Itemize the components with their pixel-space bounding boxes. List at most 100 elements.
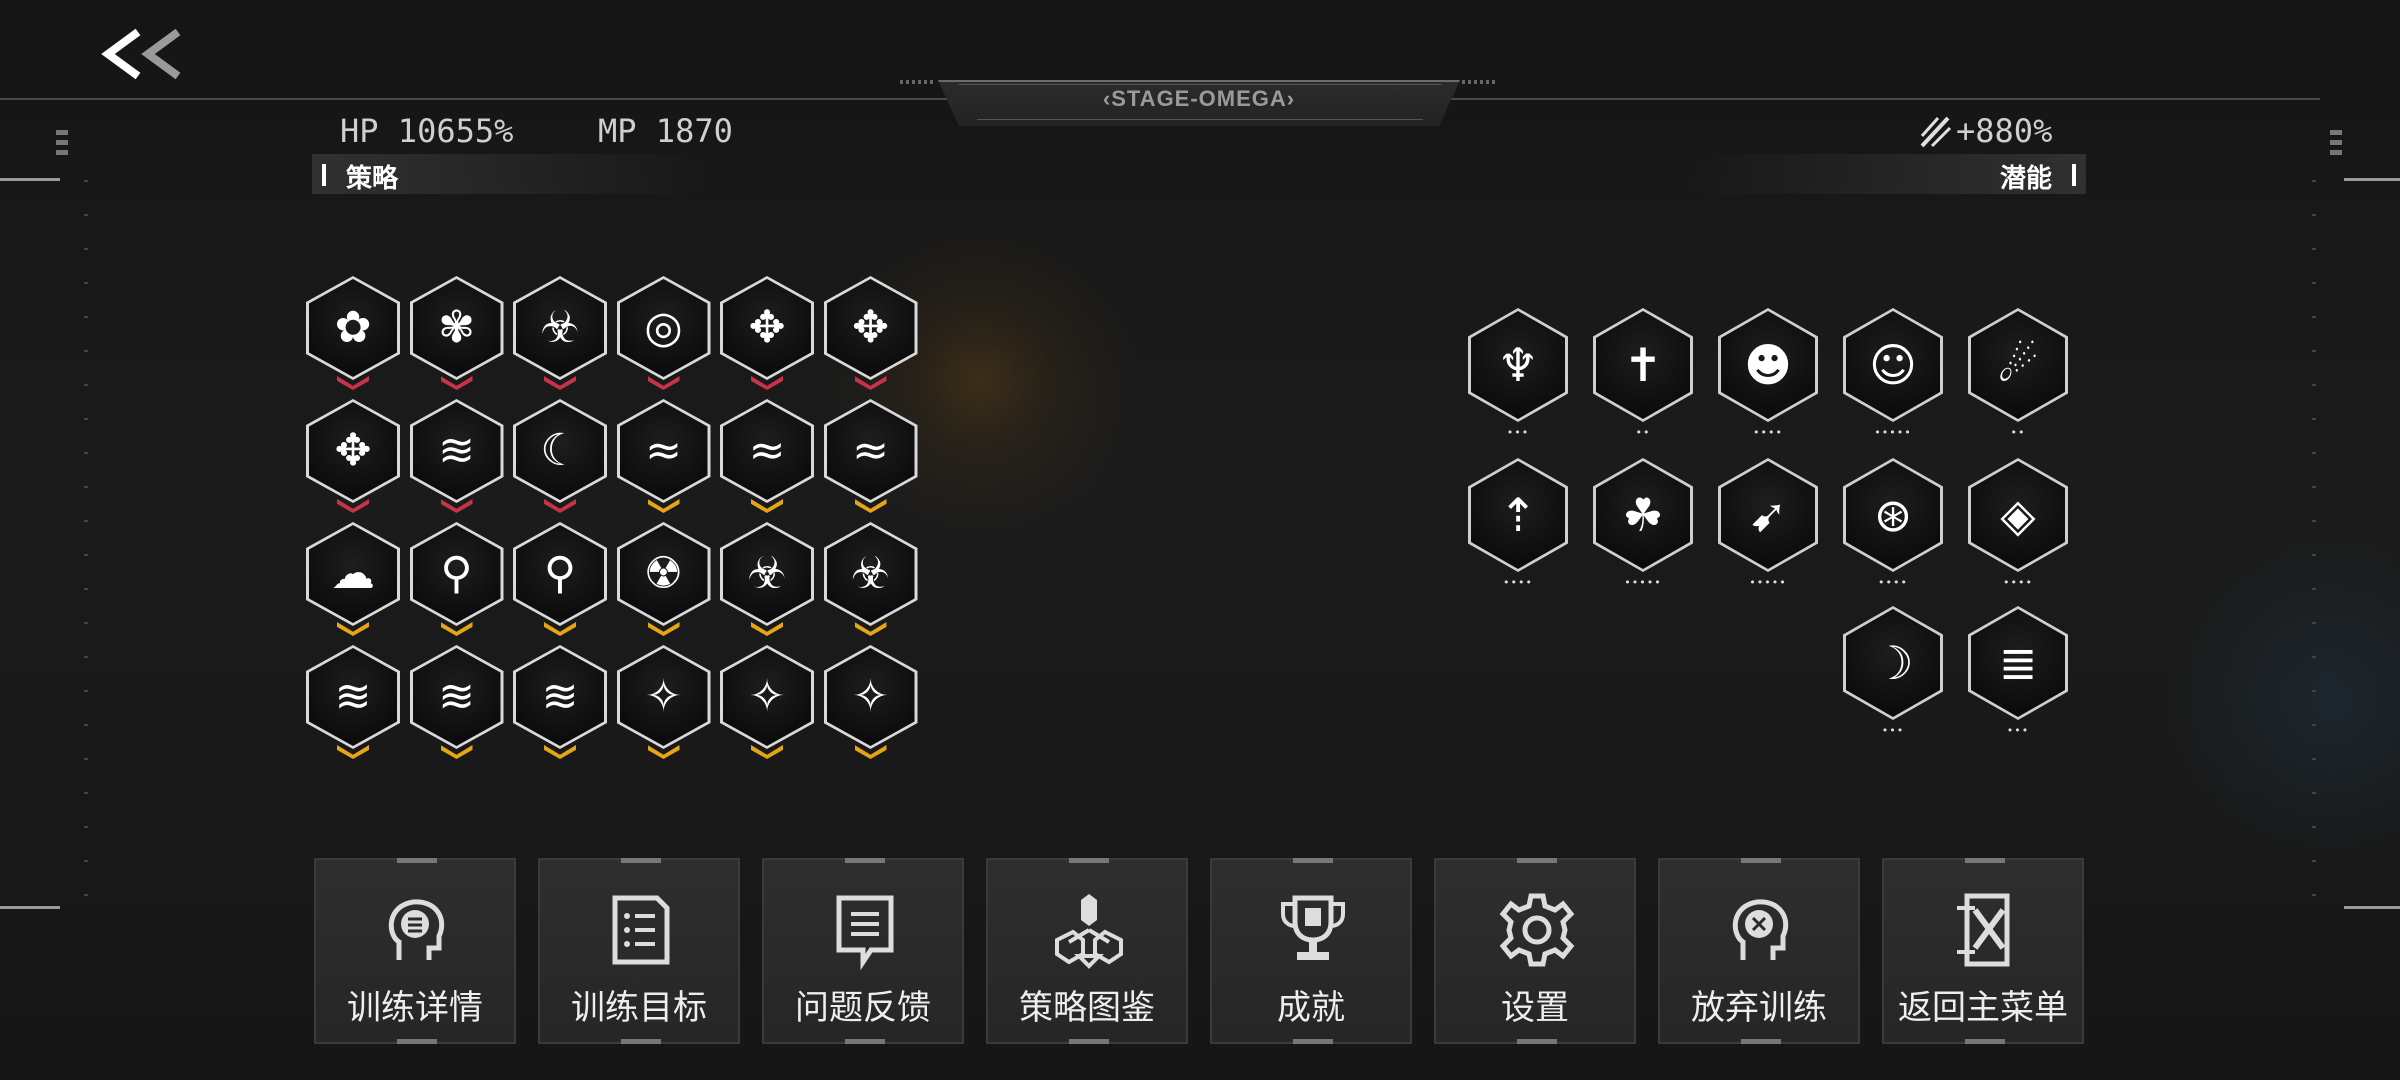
feather-blades-plus-icon: ≈ — [852, 425, 889, 476]
mp-stat: MP 1870 — [598, 112, 733, 150]
compass-eye-icon: ⊛ — [1873, 488, 1913, 542]
slash-burst-icon — [1918, 114, 1954, 150]
strategy-icon-slot[interactable]: ⚲ — [513, 522, 613, 638]
level-pips: •••• — [1753, 426, 1783, 439]
level-pips: •••• — [1878, 576, 1908, 589]
document-list-icon — [601, 890, 681, 970]
button-tab-top — [1965, 858, 2005, 863]
biohazard-forward-icon: ☣ — [850, 548, 891, 599]
strategy-icon-slot[interactable]: ✾ — [409, 276, 510, 392]
strategy-icon-slot[interactable]: ☣ — [823, 522, 924, 638]
menu-button-4[interactable]: 策略图鉴 — [986, 858, 1188, 1044]
button-tab-bottom — [1293, 1039, 1333, 1044]
potential-pipe — [2072, 164, 2076, 186]
menu-button-1[interactable]: 训练详情 — [314, 858, 516, 1044]
potential-icon-slot[interactable]: ☘ ••••• — [1593, 458, 1695, 590]
strategy-icon-slot[interactable]: ✿ — [306, 276, 406, 392]
storm-cloud-icon: ☁ — [331, 548, 375, 599]
gear-icon — [1497, 890, 1577, 970]
strategy-icon-slot[interactable]: ≈ — [720, 399, 820, 515]
left-side-mark — [56, 140, 68, 145]
head-list-icon — [377, 890, 457, 970]
back-button[interactable] — [98, 22, 194, 86]
bonus-stat: +880% — [1956, 112, 2053, 150]
menu-button-label: 问题反馈 — [795, 988, 931, 1028]
right-side-dash — [2344, 178, 2400, 181]
crosshair-wind-icon: ✥ — [748, 302, 786, 353]
level-pips: •• — [2010, 426, 2026, 439]
strategy-icon-slot[interactable]: ≈ — [616, 399, 717, 515]
strategy-icon-slot[interactable]: ☢ — [616, 522, 717, 638]
potential-icon-slot[interactable]: ☄ •• — [1968, 308, 2070, 440]
menu-button-8[interactable]: 返回主菜单 — [1882, 858, 2084, 1044]
button-tab-top — [1069, 858, 1109, 863]
menu-button-label: 训练详情 — [347, 988, 483, 1028]
menu-button-3[interactable]: 问题反馈 — [762, 858, 964, 1044]
strategy-icon-slot[interactable]: ✧ — [823, 645, 924, 761]
right-side-dash — [2344, 906, 2400, 909]
potential-icon-slot[interactable]: ➹ ••••• — [1718, 458, 1820, 590]
menu-button-6[interactable]: 设置 — [1434, 858, 1636, 1044]
boot-jump-icon: ⇡ — [1498, 488, 1538, 542]
claw-strike-arrow-icon: ≋ — [438, 671, 475, 722]
strategy-icon-slot[interactable]: ≋ — [409, 399, 510, 515]
strategy-icon-slot[interactable]: ✧ — [616, 645, 717, 761]
button-tab-top — [621, 858, 661, 863]
head-x-icon — [1721, 890, 1801, 970]
strategy-pipe — [322, 164, 326, 186]
strategy-icon-slot[interactable]: ☾ — [513, 399, 613, 515]
strategy-icon-slot[interactable]: ≋ — [513, 645, 613, 761]
feather-blades-up-icon: ≈ — [748, 425, 786, 476]
crosshair-burst-icon: ✥ — [334, 425, 372, 476]
menu-button-5[interactable]: 成就 — [1210, 858, 1412, 1044]
strategy-icon-slot[interactable]: ✥ — [823, 276, 924, 392]
strategy-icon-slot[interactable]: ☣ — [720, 522, 820, 638]
strategy-icon-slot[interactable]: ✥ — [720, 276, 820, 392]
level-pips: •••• — [1503, 576, 1533, 589]
biohazard-icon: ☣ — [540, 302, 580, 353]
shattered-wood-icon: ≣ — [1998, 636, 2038, 690]
potential-icon-slot[interactable]: ☺ ••••• — [1843, 308, 1945, 440]
button-tab-top — [1293, 858, 1333, 863]
strategy-icon-slot[interactable]: ≋ — [409, 645, 510, 761]
tombstone-cross-icon: ✝ — [1623, 338, 1663, 392]
radiation-ring-icon: ☢ — [643, 548, 684, 599]
stage-deco-right — [1462, 80, 1498, 84]
button-tab-bottom — [1965, 1039, 2005, 1044]
strategy-icon-slot[interactable]: ✥ — [306, 399, 406, 515]
button-tab-top — [1517, 858, 1557, 863]
potential-icon-slot[interactable]: ☻ •••• — [1718, 308, 1820, 440]
button-tab-bottom — [1517, 1039, 1557, 1044]
menu-button-7[interactable]: 放弃训练 — [1658, 858, 1860, 1044]
potential-icon-slot[interactable]: ⇡ •••• — [1468, 458, 1570, 590]
menu-button-label: 放弃训练 — [1691, 988, 1827, 1028]
button-tab-top — [1741, 858, 1781, 863]
stage-title: ‹STAGE-OMEGA› — [1102, 86, 1296, 111]
menu-button-2[interactable]: 训练目标 — [538, 858, 740, 1044]
button-tab-bottom — [1069, 1039, 1109, 1044]
strategy-icon-slot[interactable]: ☁ — [306, 522, 406, 638]
potential-icon-slot[interactable]: ♆ ••• — [1468, 308, 1570, 440]
button-tab-top — [845, 858, 885, 863]
menu-button-label: 策略图鉴 — [1019, 988, 1155, 1028]
strategy-icon-slot[interactable]: ≈ — [823, 399, 924, 515]
grinning-mask-icon: ☺ — [1869, 338, 1917, 392]
level-pips: ••••• — [1749, 576, 1787, 589]
left-side-dash — [0, 906, 60, 909]
strategy-icon-slot[interactable]: ☣ — [513, 276, 613, 392]
strategy-icon-slot[interactable]: ≋ — [306, 645, 406, 761]
strategy-icon-slot[interactable]: ◎ — [616, 276, 717, 392]
potential-icon-slot[interactable]: ⊛ •••• — [1843, 458, 1945, 590]
potential-icon-slot[interactable]: ◈ •••• — [1968, 458, 2070, 590]
strategy-icon-slot[interactable]: ⚲ — [409, 522, 510, 638]
potential-icon-slot[interactable]: ✝ •• — [1593, 308, 1695, 440]
menu-button-label: 设置 — [1501, 988, 1569, 1028]
potential-icon-slot[interactable]: ☽ ••• — [1843, 606, 1945, 738]
left-side-mark — [56, 130, 68, 135]
dragon-wind-icon: ☄ — [1997, 338, 2039, 392]
strategy-icon-slot[interactable]: ✧ — [720, 645, 820, 761]
potential-icon-slot[interactable]: ≣ ••• — [1968, 606, 2070, 738]
chain-node-icon: ⚲ — [543, 548, 577, 599]
trophy-icon — [1273, 890, 1353, 970]
left-side-mark — [56, 150, 68, 155]
